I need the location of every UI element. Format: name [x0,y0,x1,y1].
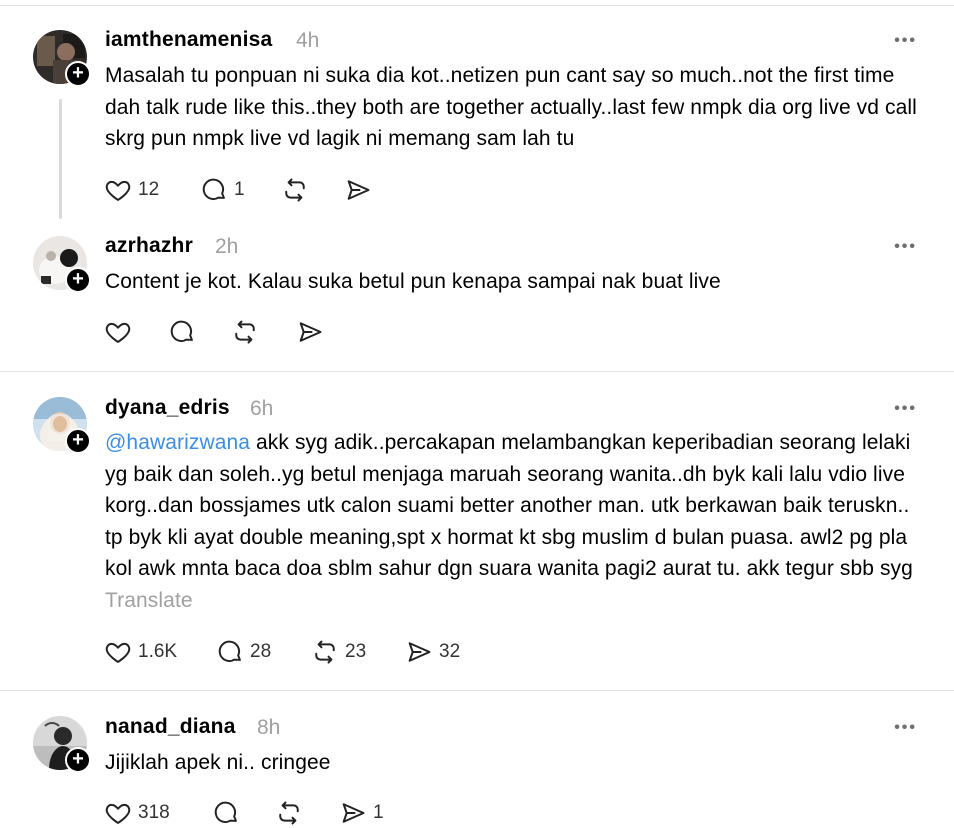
repost-icon [285,178,305,202]
reply-button[interactable]: 28 [216,637,271,667]
like-button[interactable]: 318 [104,798,170,828]
share-button[interactable]: 1 [339,798,384,828]
username[interactable]: iamthenamenisa [105,28,272,52]
more-icon[interactable]: ••• [894,32,917,50]
post-text: Masalah tu ponpuan ni suka dia kot..neti… [105,64,917,150]
share-count: 1 [373,802,384,823]
post-divider [0,690,954,691]
reply-button[interactable]: 1 [200,175,245,205]
share-button[interactable]: 32 [405,637,460,667]
share-button[interactable] [344,175,378,205]
share-icon [342,803,365,823]
comment-icon [214,801,237,823]
share-button[interactable] [296,317,324,347]
reply-button[interactable] [168,317,196,347]
follow-button[interactable]: + [65,267,91,293]
share-icon [408,642,431,662]
like-count: 318 [138,802,170,823]
heart-icon [105,803,131,824]
repost-button[interactable] [231,317,259,347]
top-divider [0,5,954,6]
post-text: @hawarizwana akk syg adik..percakapan me… [105,427,925,616]
repost-icon [235,320,255,344]
like-button[interactable]: 1.6K [104,637,177,667]
post-time: 2h [215,235,239,258]
heart-icon [105,642,131,663]
repost-button[interactable] [275,798,303,828]
post-time: 6h [250,397,274,420]
post-text: Jijiklah apek ni.. cringee [105,751,331,774]
repost-button[interactable] [281,175,315,205]
share-count: 32 [439,641,461,662]
like-count: 1.6K [138,641,178,662]
post-time: 8h [257,716,281,739]
share-icon [347,180,370,200]
comment-icon [202,178,225,200]
follow-button[interactable]: + [65,747,91,773]
more-icon[interactable]: ••• [894,400,917,418]
like-button[interactable]: 12 [104,175,159,205]
reply-count: 1 [234,179,245,200]
reply-button[interactable] [212,798,240,828]
thread-line [59,99,62,219]
comment-icon [170,320,193,342]
share-icon [299,322,322,342]
more-icon[interactable]: ••• [894,719,917,737]
repost-icon [315,640,335,664]
follow-button[interactable]: + [65,428,91,454]
username[interactable]: nanad_diana [105,715,236,739]
repost-button[interactable]: 23 [311,637,366,667]
post-time: 4h [296,29,320,52]
follow-button[interactable]: + [65,61,91,87]
repost-icon [279,801,299,825]
translate-link[interactable]: Translate [105,589,193,612]
post-divider [0,371,954,372]
repost-count: 23 [345,641,367,662]
like-count: 12 [138,179,160,200]
more-icon[interactable]: ••• [894,238,917,256]
post-text: Content je kot. Kalau suka betul pun ken… [105,270,721,293]
like-button[interactable] [104,317,132,347]
heart-icon [105,180,131,201]
mention-link[interactable]: @hawarizwana [105,431,250,454]
reply-count: 28 [250,641,272,662]
username[interactable]: dyana_edris [105,396,230,420]
username[interactable]: azrhazhr [105,234,193,258]
heart-icon [105,322,131,343]
comment-icon [218,640,241,662]
